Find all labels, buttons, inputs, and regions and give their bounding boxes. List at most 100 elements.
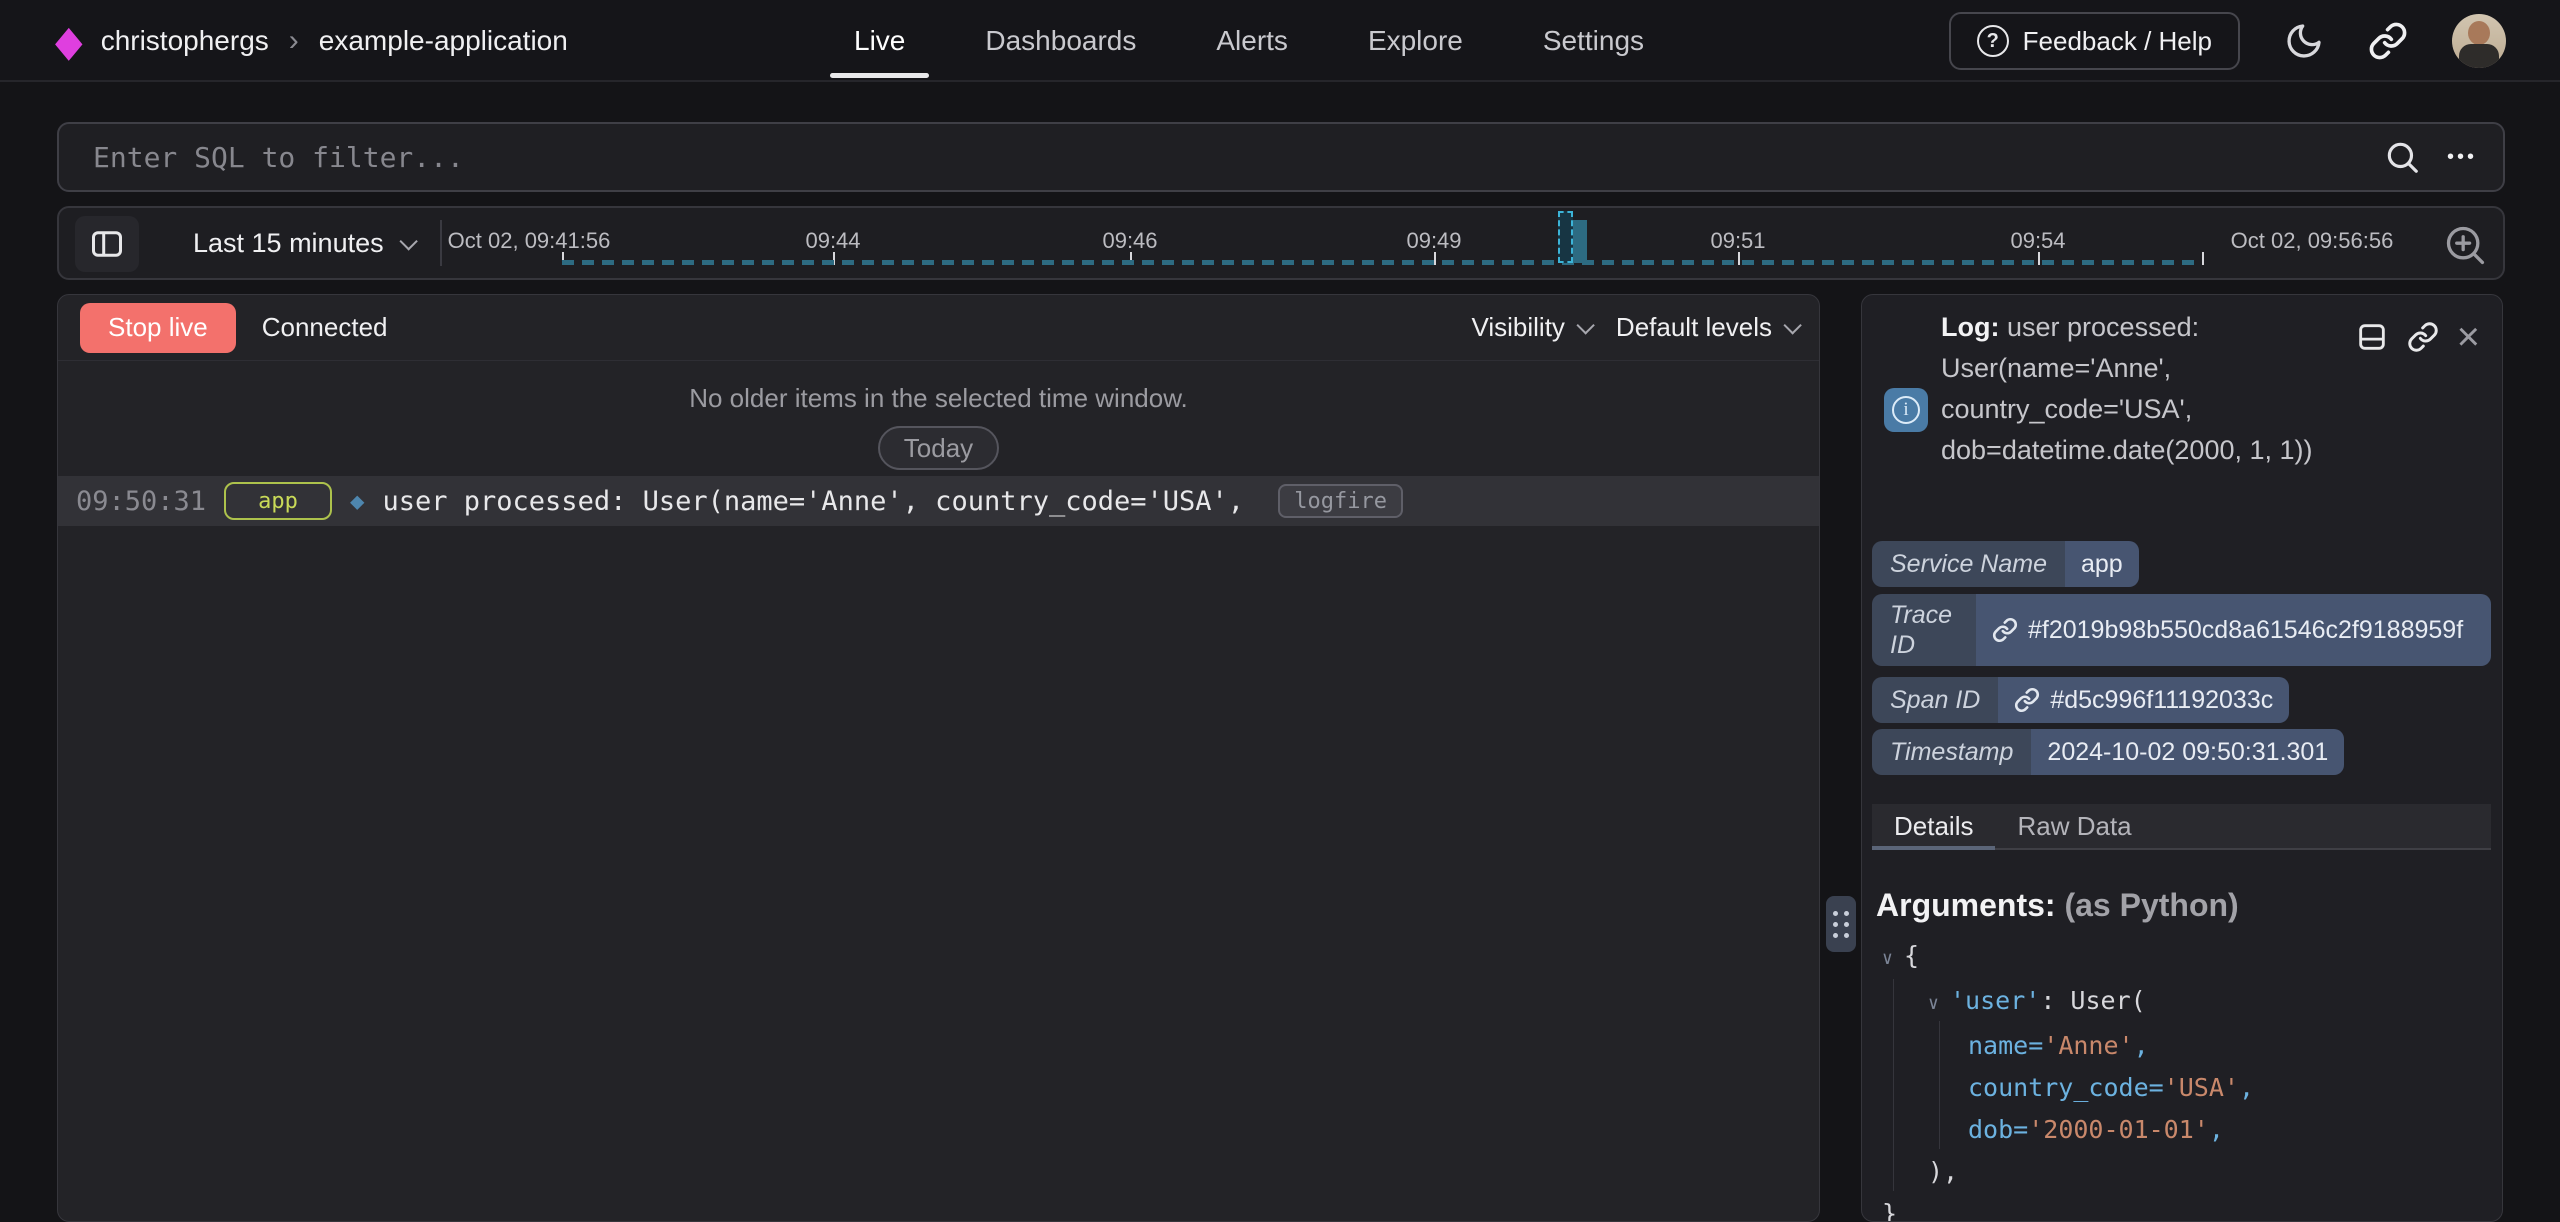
default-levels-label: Default levels bbox=[1616, 312, 1772, 343]
attribute-value: app bbox=[2065, 541, 2139, 587]
topbar-actions: ? Feedback / Help bbox=[1949, 0, 2506, 82]
code-line: dob='2000-01-01', bbox=[1862, 1109, 2482, 1151]
tab-details[interactable]: Details bbox=[1872, 804, 1995, 848]
logfire-logo-icon[interactable]: ◆ bbox=[55, 19, 83, 62]
attribute-label: Timestamp bbox=[1872, 729, 2031, 775]
scope-tag[interactable]: logfire bbox=[1278, 484, 1403, 518]
nav-tab-explore[interactable]: Explore bbox=[1368, 0, 1463, 82]
close-icon[interactable]: × bbox=[2457, 317, 2480, 357]
chevron-down-icon bbox=[1783, 316, 1801, 334]
link-icon bbox=[2407, 321, 2439, 353]
code-token: dob= bbox=[1968, 1115, 2028, 1144]
dock-panel-button[interactable] bbox=[2355, 320, 2389, 354]
tick-label-start: Oct 02, 09:41:56 bbox=[448, 228, 611, 254]
avatar-face bbox=[2468, 21, 2490, 45]
attribute-value[interactable]: #f2019b98b550cd8a61546c2f9188959f bbox=[1976, 594, 2491, 666]
link-icon bbox=[1992, 617, 2018, 643]
log-row-selected[interactable]: 09:50:31 app ◆ user processed: User(name… bbox=[58, 476, 1819, 526]
feedback-help-button[interactable]: ? Feedback / Help bbox=[1949, 12, 2240, 70]
histogram-bar[interactable] bbox=[1573, 220, 1587, 263]
attribute-timestamp: Timestamp 2024-10-02 09:50:31.301 bbox=[1872, 729, 2344, 775]
timeline-baseline bbox=[562, 260, 2202, 265]
today-button[interactable]: Today bbox=[878, 426, 999, 470]
code-token: , bbox=[2239, 1073, 2254, 1102]
code-line: country_code='USA', bbox=[1862, 1067, 2482, 1109]
nav-tab-dashboards[interactable]: Dashboards bbox=[985, 0, 1136, 82]
visibility-dropdown[interactable]: Visibility bbox=[1471, 312, 1589, 343]
breadcrumb-chevron-icon: › bbox=[287, 24, 301, 58]
search-icon[interactable] bbox=[2383, 138, 2421, 176]
empty-window-text: No older items in the selected time wind… bbox=[689, 383, 1188, 414]
attribute-value[interactable]: #d5c996f11192033c bbox=[1998, 677, 2289, 723]
share-link-button[interactable] bbox=[2368, 21, 2408, 61]
code-line: ∨{ bbox=[1862, 935, 2482, 980]
detail-title-kind: Log: bbox=[1941, 312, 1999, 342]
tick-label: 09:46 bbox=[1102, 228, 1157, 254]
visibility-label: Visibility bbox=[1471, 312, 1564, 343]
split-view-icon bbox=[2355, 320, 2389, 354]
breadcrumb-org[interactable]: christophergs bbox=[101, 25, 269, 57]
span-id-value: #d5c996f11192033c bbox=[2050, 686, 2273, 715]
topbar: ◆ christophergs › example-application Li… bbox=[0, 0, 2560, 82]
code-token: : bbox=[2040, 986, 2070, 1015]
code-token: , bbox=[2209, 1115, 2224, 1144]
breadcrumb-project[interactable]: example-application bbox=[319, 25, 568, 57]
zoom-in-button[interactable] bbox=[2443, 222, 2489, 268]
nav-tab-live[interactable]: Live bbox=[854, 0, 905, 82]
log-detail-panel: i Log: user processed: User(name='Anne',… bbox=[1861, 294, 2503, 1222]
panel-resize-handle[interactable] bbox=[1826, 896, 1856, 952]
more-options-icon[interactable]: ••• bbox=[2447, 146, 2477, 169]
arguments-heading-label: Arguments: bbox=[1876, 887, 2056, 923]
help-icon: ? bbox=[1977, 25, 2009, 57]
code-line: name='Anne', bbox=[1862, 1025, 2482, 1067]
stop-live-button[interactable]: Stop live bbox=[80, 303, 236, 353]
user-avatar[interactable] bbox=[2452, 14, 2506, 68]
time-range-dropdown[interactable]: Last 15 minutes bbox=[193, 208, 413, 278]
arguments-heading-qualifier: (as Python) bbox=[2064, 887, 2238, 923]
histogram-selection-bar[interactable] bbox=[1558, 211, 1573, 263]
code-token: { bbox=[1904, 941, 1919, 970]
main-nav: Live Dashboards Alerts Explore Settings bbox=[854, 0, 1644, 82]
log-level-diamond-icon: ◆ bbox=[350, 489, 364, 513]
detail-actions: × bbox=[2355, 317, 2480, 357]
sidebar-toggle-button[interactable] bbox=[75, 216, 139, 272]
timeline-axis[interactable]: Oct 02, 09:41:56 09:44 09:46 09:49 09:51… bbox=[442, 208, 2439, 278]
time-range-bar: Last 15 minutes Oct 02, 09:41:56 09:44 0… bbox=[57, 206, 2505, 280]
default-levels-dropdown[interactable]: Default levels bbox=[1616, 312, 1797, 343]
copy-link-button[interactable] bbox=[2407, 321, 2439, 353]
sidebar-panel-icon bbox=[89, 226, 125, 262]
collapse-icon[interactable]: ∨ bbox=[1928, 983, 1950, 1025]
tab-raw-data[interactable]: Raw Data bbox=[1995, 804, 2153, 848]
tick-label: 09:54 bbox=[2010, 228, 2065, 254]
service-badge[interactable]: app bbox=[224, 482, 332, 520]
tick-label: 09:49 bbox=[1406, 228, 1461, 254]
code-token: , bbox=[2134, 1031, 2149, 1060]
feedback-help-label: Feedback / Help bbox=[2023, 26, 2212, 57]
log-time: 09:50:31 bbox=[76, 486, 206, 517]
code-token: 'Anne' bbox=[2043, 1031, 2133, 1060]
link-icon bbox=[2368, 21, 2408, 61]
attribute-label: Service Name bbox=[1872, 541, 2065, 587]
log-message: user processed: User(name='Anne', countr… bbox=[383, 486, 1261, 517]
arguments-heading: Arguments: (as Python) bbox=[1876, 887, 2239, 924]
link-icon bbox=[2014, 687, 2040, 713]
nav-tab-settings[interactable]: Settings bbox=[1543, 0, 1644, 82]
detail-tabs: Details Raw Data bbox=[1872, 804, 2491, 850]
attribute-value: 2024-10-02 09:50:31.301 bbox=[2031, 729, 2344, 775]
nav-tab-alerts[interactable]: Alerts bbox=[1216, 0, 1288, 82]
chevron-down-icon bbox=[1576, 316, 1594, 334]
code-line: ), bbox=[1862, 1151, 2482, 1193]
drag-dots-icon bbox=[1833, 911, 1849, 938]
chevron-down-icon bbox=[399, 232, 417, 250]
collapse-icon[interactable]: ∨ bbox=[1882, 938, 1904, 980]
live-view-header: Stop live Connected Visibility Default l… bbox=[58, 295, 1819, 361]
tick-label: 09:44 bbox=[805, 228, 860, 254]
tick-mark bbox=[2202, 252, 2204, 265]
sql-filter-input[interactable] bbox=[59, 124, 2359, 190]
sql-filter-bar: ••• bbox=[57, 122, 2505, 192]
sql-filter-icons: ••• bbox=[2383, 124, 2477, 190]
theme-toggle-button[interactable] bbox=[2284, 21, 2324, 61]
code-token: 'USA' bbox=[2164, 1073, 2239, 1102]
moon-icon bbox=[2284, 21, 2324, 61]
tick-label: 09:51 bbox=[1710, 228, 1765, 254]
